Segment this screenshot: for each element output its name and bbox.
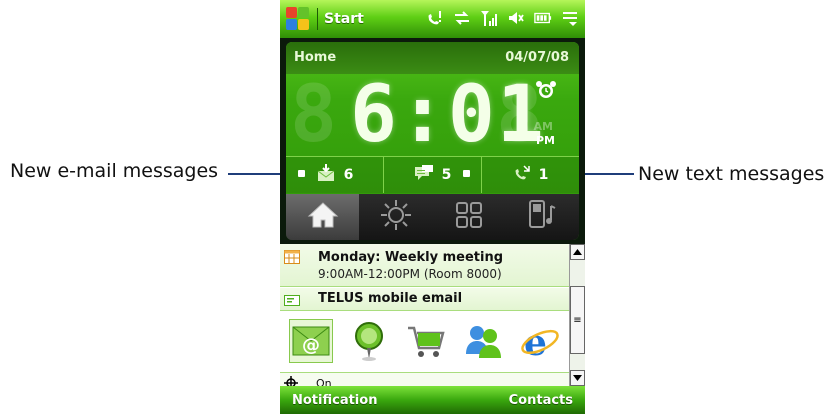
email-envelope-icon — [316, 163, 336, 187]
partial-list-item[interactable]: On — [280, 372, 570, 390]
home-icon — [306, 200, 340, 234]
home-label: Home — [294, 50, 337, 65]
email-account-label: TELUS mobile email — [318, 291, 463, 306]
email-account-icon — [284, 292, 300, 306]
notification-row: 6 5 1 — [286, 156, 579, 193]
phone-screen: Start Home 04/07/08 8 8 6:01 AM PM 6 5 1… — [280, 0, 585, 414]
appointment-time: 9:00AM-12:00PM (Room 8000) — [318, 267, 502, 281]
gps-app-icon[interactable] — [348, 320, 390, 362]
calendar-icon — [284, 249, 300, 264]
list-scrollbar[interactable]: ≡ — [569, 244, 585, 386]
email-app-icon[interactable]: @ — [289, 319, 334, 363]
tab-apps[interactable] — [433, 194, 506, 240]
text-message-icon — [414, 164, 434, 186]
speaker-mute-icon[interactable] — [507, 8, 525, 28]
missed-calls-count: 1 — [538, 167, 549, 183]
am-indicator: AM — [533, 120, 553, 133]
tab-weather[interactable] — [359, 194, 432, 240]
apps-grid-icon — [454, 200, 484, 234]
appointment-title: Monday: Weekly meeting — [318, 250, 504, 265]
windows-start-icon[interactable] — [285, 6, 311, 32]
email-count: 6 — [343, 167, 354, 183]
battery-icon[interactable] — [534, 8, 552, 28]
start-menu-label[interactable]: Start — [324, 11, 364, 27]
title-separator — [317, 8, 318, 30]
home-date: 04/07/08 — [505, 50, 569, 65]
signal-icon[interactable] — [480, 8, 498, 28]
weather-icon — [379, 198, 413, 236]
appointment-item[interactable]: Monday: Weekly meeting 9:00AM-12:00PM (R… — [280, 244, 570, 287]
status-icons — [426, 8, 579, 28]
menu-icon[interactable] — [561, 8, 579, 28]
clock-ghost-digit: 8 — [290, 70, 337, 160]
scroll-up-button[interactable] — [570, 244, 585, 260]
content-list: Monday: Weekly meeting 9:00AM-12:00PM (R… — [280, 244, 585, 390]
svg-text:@: @ — [302, 335, 320, 356]
phone-missed-icon[interactable] — [426, 8, 444, 28]
email-account-item[interactable]: TELUS mobile email — [280, 288, 570, 311]
title-bar: Start — [280, 0, 585, 38]
alarm-icon — [535, 80, 557, 100]
contacts-softkey[interactable]: Contacts — [497, 393, 585, 408]
callout-new-text: New text messages — [638, 163, 825, 185]
app-launcher-row: @ e — [280, 312, 570, 370]
scroll-down-button[interactable] — [570, 370, 585, 386]
missed-calls-notification[interactable]: 1 — [482, 157, 579, 193]
tab-music[interactable] — [506, 194, 579, 240]
callout-dot-text — [463, 170, 470, 177]
music-icon — [525, 198, 559, 236]
softkey-bar: Notification Contacts — [280, 386, 585, 414]
notification-softkey[interactable]: Notification — [280, 393, 389, 408]
messenger-app-icon[interactable] — [462, 320, 504, 362]
callout-dot-email — [298, 170, 305, 177]
text-count: 5 — [441, 167, 452, 183]
tab-home[interactable] — [286, 194, 360, 240]
home-tabs — [286, 194, 579, 240]
clock-display[interactable]: 8 8 6:01 AM PM — [286, 76, 579, 154]
internet-explorer-app-icon[interactable]: e — [519, 320, 561, 364]
clock-time: 6:01 — [350, 70, 546, 160]
sync-icon[interactable] — [453, 8, 471, 28]
pm-indicator: PM — [535, 134, 555, 147]
shopping-cart-app-icon[interactable] — [405, 320, 447, 362]
callout-new-email: New e-mail messages — [10, 160, 219, 182]
home-panel: Home 04/07/08 8 8 6:01 AM PM 6 5 1 — [286, 42, 579, 240]
scroll-thumb[interactable]: ≡ — [570, 286, 585, 354]
missed-call-icon — [513, 164, 531, 186]
